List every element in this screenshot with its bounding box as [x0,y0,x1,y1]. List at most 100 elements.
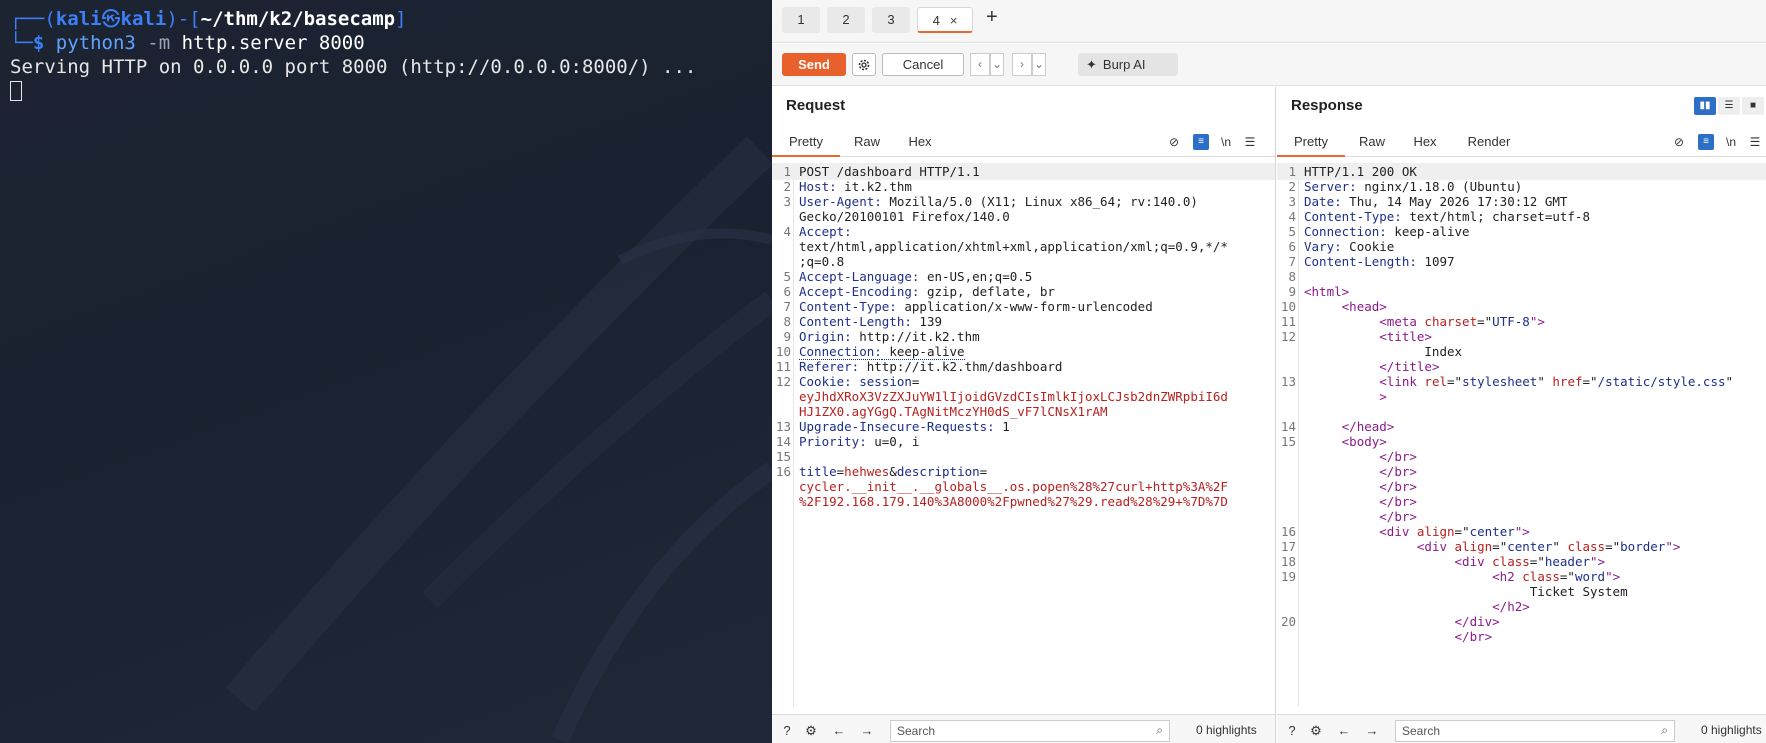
response-tab-raw[interactable]: Raw [1345,127,1399,157]
code-token: 1 [994,419,1010,434]
response-highlight-count: 0 highlights [1701,723,1762,737]
gear-icon[interactable]: ⚙ [1307,722,1325,740]
forward-history-dropdown[interactable]: ⌄ [1032,53,1046,76]
repeater-tab-1[interactable]: 1 [782,7,820,33]
send-button[interactable]: Send [782,53,846,76]
code-token: =" [1582,374,1598,389]
repeater-tab-3[interactable]: 3 [872,7,910,33]
repeater-tab-4[interactable]: 4 × [917,7,973,33]
code-token: </br> [1454,629,1493,644]
arrow-left-icon[interactable]: ← [830,722,848,740]
code-token: "> [1514,524,1530,539]
help-icon[interactable]: ? [1283,722,1301,740]
line-text: %2F192.168.179.140%3A8000%2Fpwned%27%29.… [799,493,1228,510]
code-token: 139 [911,314,942,329]
code-token: </br> [1379,479,1417,494]
back-history-dropdown[interactable]: ⌄ [990,53,1004,76]
code-token: center [1469,524,1515,539]
search-icon: ⌕ [1156,723,1163,737]
terminal-window[interactable]: ┌──(kali㉿kali)-[~/thm/k2/basecamp] └─$ p… [0,0,772,743]
code-token: " [1552,539,1568,554]
code-token: " [1725,374,1734,389]
request-tab-hex[interactable]: Hex [894,127,946,157]
code-token: keep-alive [1386,224,1470,239]
code-token: </h2> [1492,599,1530,614]
response-title: Response [1291,97,1363,114]
code-token: </br> [1379,464,1417,479]
show-newlines-button[interactable]: \n [1723,134,1739,150]
request-editor[interactable]: 1 POST /dashboard HTTP/1.1 2 Host: it.k2.th… [772,163,1275,707]
code-token: Date: [1304,194,1342,209]
code-token: align [1454,539,1493,554]
code-token: UTF-8 [1492,314,1530,329]
chevron-left-icon: ‹ [978,57,982,71]
burp-repeater: 1 2 3 4 × + Send Cancel ‹ ⌄ › ⌄ ✦ Burp AI … [772,0,1766,743]
code-token: /static/style.css [1597,374,1726,389]
show-newlines-button[interactable]: \n [1218,134,1234,150]
code-token: </div> [1454,614,1500,629]
code-token: header [1544,554,1591,569]
code-token: <h2 [1492,569,1523,584]
code-token: " [1537,374,1553,389]
response-editor[interactable]: 1 HTTP/1.1 200 OK 2 Server: nginx/1.18.0 (U… [1277,163,1766,707]
hide-nonprintable-icon[interactable]: ⊘ [1166,134,1182,150]
arrow-left-icon[interactable]: ← [1335,722,1353,740]
repeater-tab-2[interactable]: 2 [827,7,865,33]
code-token: Server: [1304,179,1357,194]
chevron-right-icon: › [1020,57,1024,71]
request-pane: Request Pretty Raw Hex ⊘ ≡ \n ☰ 1 POST /d… [772,87,1276,743]
code-token: <body> [1341,434,1387,449]
code-token: center [1507,539,1553,554]
code-token: session [851,374,912,389]
response-search-input[interactable]: Search ⌕ [1395,720,1675,742]
response-tab-hex[interactable]: Hex [1399,127,1451,157]
code-token: Index [1304,344,1463,359]
single-pane-layout-icon[interactable]: ■ [1742,97,1764,115]
request-search-input[interactable]: Search ⌕ [890,720,1170,742]
hide-nonprintable-icon[interactable]: ⊘ [1671,134,1687,150]
menu-icon[interactable]: ☰ [1242,134,1258,150]
code-token: <link [1379,374,1425,389]
back-button[interactable]: ‹ [970,53,990,76]
code-token: class [1522,569,1560,584]
arrow-right-icon[interactable]: → [1363,722,1381,740]
response-tab-pretty[interactable]: Pretty [1277,127,1345,157]
cancel-button[interactable]: Cancel [882,53,964,76]
request-tab-raw[interactable]: Raw [840,127,894,157]
terminal-input-line[interactable] [10,79,772,103]
terminal-cursor [10,81,22,101]
side-by-side-layout-icon[interactable]: ▮▮ [1694,97,1716,115]
forward-button[interactable]: › [1012,53,1032,76]
code-token: http://it.k2.thm [851,329,980,344]
arrow-right-icon[interactable]: → [858,722,876,740]
code-token: "> [1590,554,1606,569]
word-wrap-icon[interactable]: ≡ [1698,134,1714,150]
code-token: <div [1379,524,1417,539]
code-token: = [911,374,920,389]
request-tab-pretty[interactable]: Pretty [772,127,840,157]
code-token: HJ1ZX0.agYGgQ.TAgNitMczYH0dS_vF7lCNsX1rA… [799,404,1108,419]
word-wrap-icon[interactable]: ≡ [1193,134,1209,150]
stacked-layout-icon[interactable]: ☰ [1718,97,1740,115]
code-token: <html> [1304,284,1350,299]
add-tab-button[interactable]: + [986,6,998,29]
burp-ai-button[interactable]: ✦ Burp AI [1078,53,1178,76]
code-token: HTTP/1.1 200 OK [1304,164,1417,179]
code-token: border [1620,539,1666,554]
code-token: Cookie: [799,374,852,389]
help-icon[interactable]: ? [778,722,796,740]
close-tab-icon[interactable]: × [950,13,958,28]
code-token: Connection: [1304,224,1387,239]
gear-icon[interactable]: ⚙ [802,722,820,740]
response-tab-render[interactable]: Render [1451,127,1527,157]
send-settings-button[interactable] [852,53,876,76]
code-token: Mozilla/5.0 (X11; Linux x86_64; rv:140.0… [881,194,1198,209]
gear-icon [858,59,870,70]
code-token: Gecko/20100101 Firefox/140.0 [799,209,1010,224]
menu-icon[interactable]: ☰ [1747,134,1763,150]
